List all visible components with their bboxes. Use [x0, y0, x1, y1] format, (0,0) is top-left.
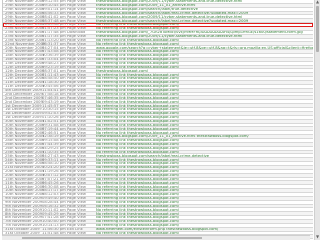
log-link[interactable]: No referring link thestrawboss.blogspot.…	[96, 23, 179, 26]
log-type: Page View	[67, 23, 86, 27]
scroll-down-arrow-icon[interactable]: ▼	[315, 235, 320, 240]
scroll-thumb[interactable]	[316, 6, 319, 52]
log-row: 29th November 2009 06:03:38 pm Page View No…	[3, 23, 313, 28]
horizontal-scrollbar[interactable]	[2, 235, 310, 240]
log-date: 29th November 2009	[5, 23, 45, 27]
visitor-log-list: 29th November 2009 09:12:55 pm Page View th…	[2, 0, 313, 240]
scroll-up-arrow-icon[interactable]: ▲	[315, 0, 320, 5]
log-time: 06:03:38 pm	[42, 23, 66, 27]
vertical-scrollbar[interactable]: ▲ ▼	[314, 0, 320, 240]
horizontal-scroll-thumb[interactable]	[22, 237, 202, 239]
